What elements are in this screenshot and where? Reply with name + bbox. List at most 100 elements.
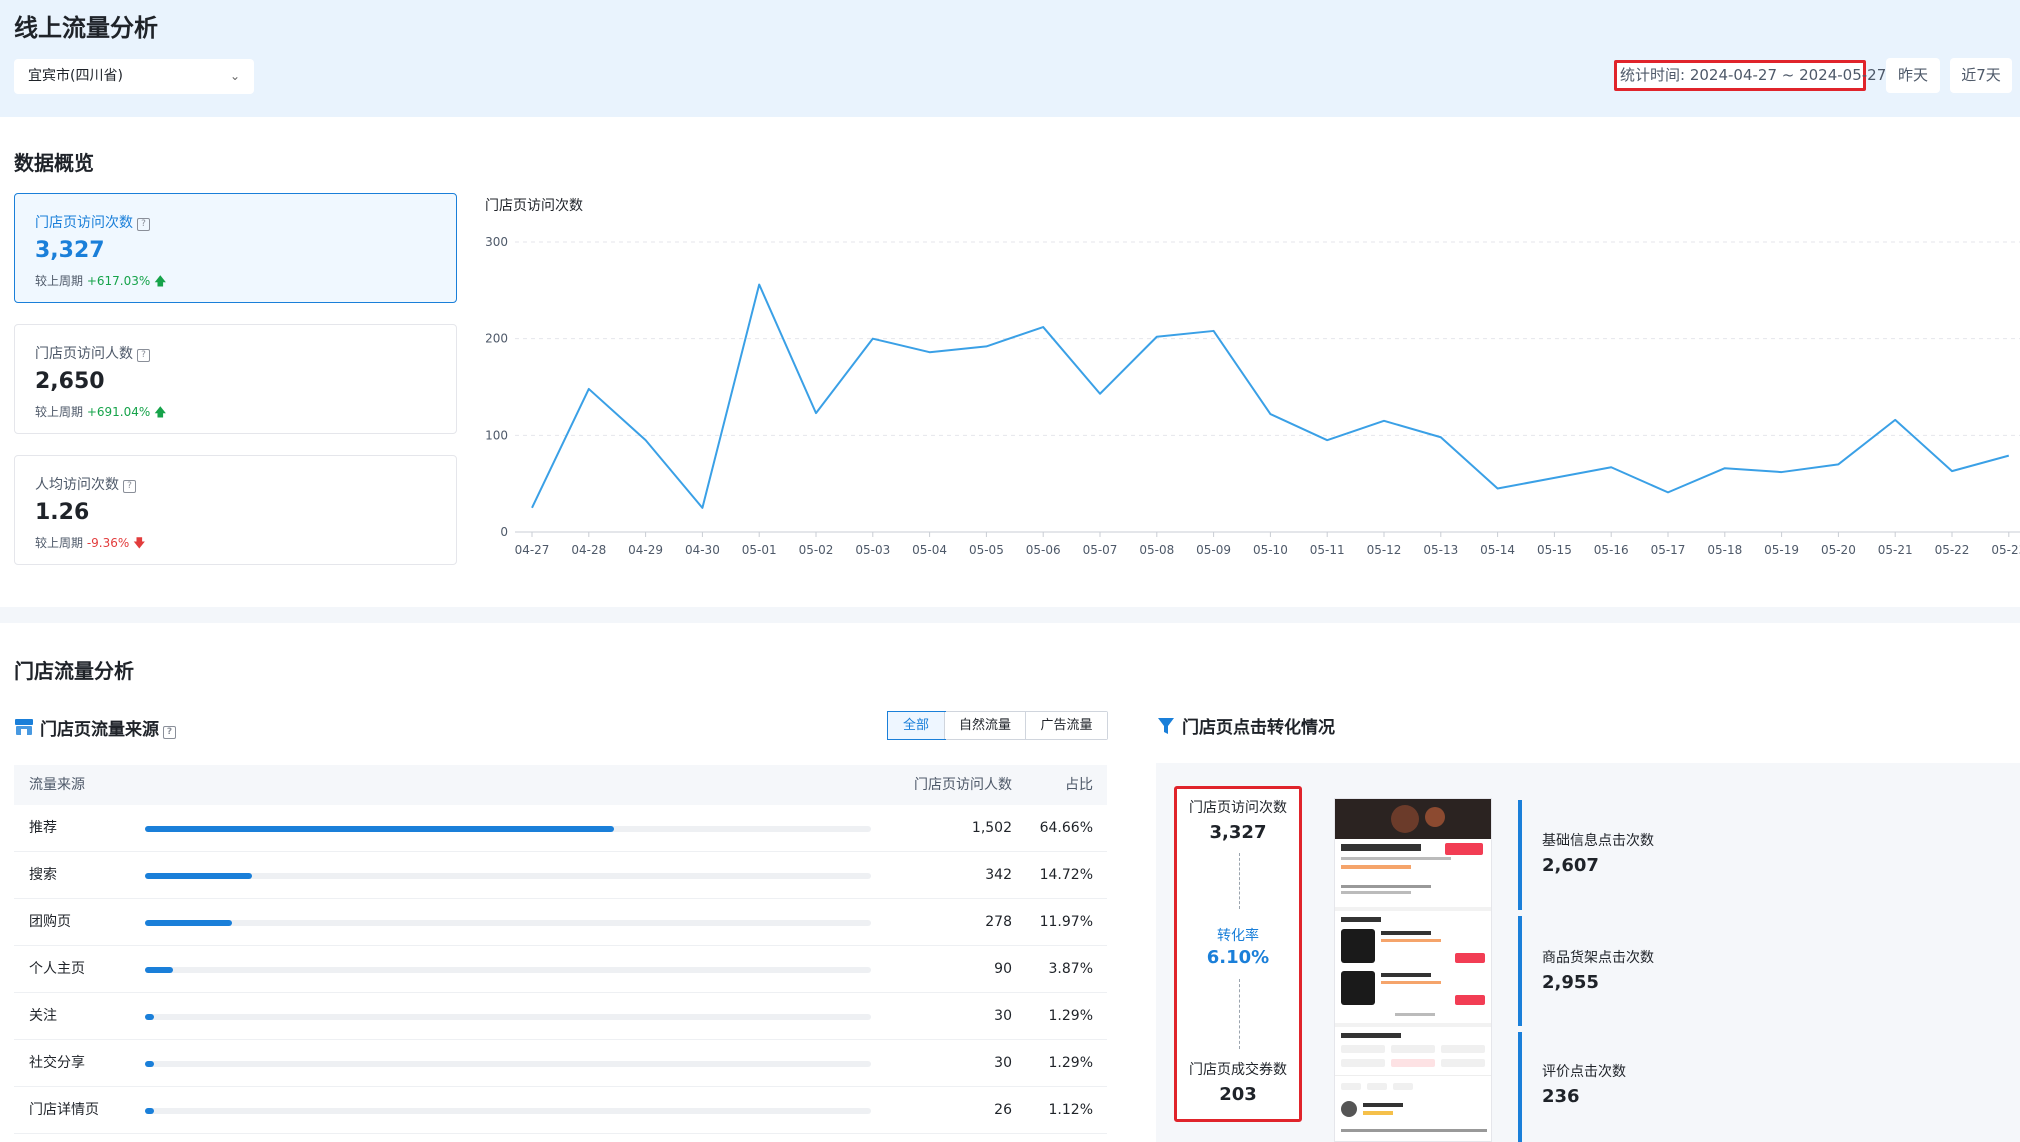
table-row[interactable]: 推荐 1,502 64.66% xyxy=(14,805,1107,852)
data-point[interactable] xyxy=(699,505,705,511)
row-visitors: 26 xyxy=(994,1102,1012,1118)
data-point[interactable] xyxy=(1608,464,1614,470)
row-share: 11.97% xyxy=(1039,914,1093,930)
region-select-value: 宜宾市(四川省) xyxy=(28,68,123,84)
table-row[interactable]: 个人主页 90 3.87% xyxy=(14,946,1107,993)
table-row[interactable]: 关注 30 1.29% xyxy=(14,993,1107,1040)
data-point[interactable] xyxy=(1949,468,1955,474)
data-point[interactable] xyxy=(586,386,592,392)
filter-all-tab[interactable]: 全部 xyxy=(887,711,946,740)
data-point[interactable] xyxy=(1097,391,1103,397)
traffic-table-header: 流量来源 门店页访问人数 占比 xyxy=(14,765,1107,805)
x-tick-label: 05-15 xyxy=(1537,543,1572,557)
funnel-visits-value: 3,327 xyxy=(1209,822,1267,843)
metric-compare-label: 较上周期 xyxy=(35,536,84,550)
metric-card-visitors[interactable]: 门店页访问人数? 2,650 较上周期 +691.04% 🡅 xyxy=(14,324,457,434)
metric-label: 门店页访问次数 xyxy=(35,215,133,231)
help-icon[interactable]: ? xyxy=(137,218,150,231)
metric-card-visits[interactable]: 门店页访问次数? 3,327 较上周期 +617.03% 🡅 xyxy=(14,193,457,303)
x-tick-label: 05-09 xyxy=(1196,543,1231,557)
data-point[interactable] xyxy=(1665,489,1671,495)
metric-compare-label: 较上周期 xyxy=(35,274,84,288)
quick-7days-button[interactable]: 近7天 xyxy=(1950,58,2012,93)
funnel-icon xyxy=(1158,718,1174,734)
data-point[interactable] xyxy=(1438,434,1444,440)
page-title: 线上流量分析 xyxy=(14,14,158,42)
metric-delta: +617.03% xyxy=(86,274,151,288)
filter-ads-tab[interactable]: 广告流量 xyxy=(1026,712,1107,739)
x-tick-label: 04-29 xyxy=(628,543,663,557)
metric-delta: -9.36% xyxy=(86,536,130,550)
series-line xyxy=(531,283,2010,509)
x-tick-label: 05-13 xyxy=(1423,543,1458,557)
data-point[interactable] xyxy=(870,336,876,342)
x-tick-label: 05-06 xyxy=(1026,543,1061,557)
help-icon[interactable]: ? xyxy=(163,726,176,739)
table-row[interactable]: 搜索 342 14.72% xyxy=(14,852,1107,899)
share-bar-fill xyxy=(145,873,252,879)
x-tick-label: 04-28 xyxy=(571,543,606,557)
share-bar-fill xyxy=(145,826,615,832)
stat-basic-info-value: 2,607 xyxy=(1542,855,1599,876)
date-range-picker[interactable]: 统计时间: 2024-04-27 ~ 2024-05-27 xyxy=(1614,60,1886,91)
quick-yesterday-button[interactable]: 昨天 xyxy=(1886,58,1940,93)
data-point[interactable] xyxy=(1835,461,1841,467)
table-row[interactable]: 团购页 278 11.97% xyxy=(14,899,1107,946)
data-point[interactable] xyxy=(756,282,762,288)
y-tick-label: 300 xyxy=(485,235,508,249)
table-row[interactable]: 门店详情页 26 1.12% xyxy=(14,1087,1107,1134)
metric-compare-label: 较上周期 xyxy=(35,405,84,419)
x-tick-label: 05-22 xyxy=(1935,543,1970,557)
share-bar-track xyxy=(145,920,871,926)
x-tick-label: 04-30 xyxy=(685,543,720,557)
data-point[interactable] xyxy=(2006,453,2012,459)
share-bar-track xyxy=(145,1108,871,1114)
help-icon[interactable]: ? xyxy=(123,480,136,493)
share-bar-track xyxy=(145,1014,871,1020)
row-visitors: 1,502 xyxy=(971,820,1012,836)
x-tick-label: 05-20 xyxy=(1821,543,1856,557)
data-point[interactable] xyxy=(1040,324,1046,330)
funnel-rate-value: 6.10% xyxy=(1206,947,1270,968)
row-share: 1.29% xyxy=(1048,1055,1093,1071)
data-point[interactable] xyxy=(983,343,989,349)
data-point[interactable] xyxy=(1324,437,1330,443)
share-bar-track xyxy=(145,1061,871,1067)
stat-indicator xyxy=(1518,916,1522,1026)
data-point[interactable] xyxy=(1381,418,1387,424)
filter-natural-tab[interactable]: 自然流量 xyxy=(945,712,1026,739)
x-tick-label: 05-21 xyxy=(1878,543,1913,557)
row-source-name: 社交分享 xyxy=(29,1055,85,1071)
x-tick-label: 05-03 xyxy=(855,543,890,557)
data-point[interactable] xyxy=(1779,469,1785,475)
funnel-connector xyxy=(1239,853,1240,909)
data-point[interactable] xyxy=(813,410,819,416)
store-page-preview-image xyxy=(1334,798,1492,1142)
table-row[interactable]: 社交分享 30 1.29% xyxy=(14,1040,1107,1087)
data-point[interactable] xyxy=(927,349,933,355)
help-icon[interactable]: ? xyxy=(137,349,150,362)
col-source: 流量来源 xyxy=(29,777,85,793)
data-point[interactable] xyxy=(1892,417,1898,423)
x-tick-label: 05-14 xyxy=(1480,543,1515,557)
data-point[interactable] xyxy=(1154,334,1160,340)
data-point[interactable] xyxy=(1722,465,1728,471)
chart-title: 门店页访问次数 xyxy=(485,198,583,214)
traffic-title: 门店流量分析 xyxy=(14,659,134,683)
row-visitors: 30 xyxy=(994,1055,1012,1071)
row-share: 3.87% xyxy=(1048,961,1093,977)
y-tick-label: 0 xyxy=(500,525,508,539)
data-point[interactable] xyxy=(643,437,649,443)
funnel-connector xyxy=(1239,979,1240,1049)
visits-line-chart: 0 100 200 300 04-27 04-28 04-29 04-30 05-01 05-02… xyxy=(485,235,2020,557)
data-point[interactable] xyxy=(529,505,535,511)
share-bar-track xyxy=(145,967,871,973)
data-point[interactable] xyxy=(1551,475,1557,481)
row-visitors: 30 xyxy=(994,1008,1012,1024)
data-point[interactable] xyxy=(1267,411,1273,417)
metric-card-avg-visits[interactable]: 人均访问次数? 1.26 较上周期 -9.36% 🡇 xyxy=(14,455,457,565)
region-select[interactable]: 宜宾市(四川省) ⌄ xyxy=(14,59,254,94)
x-tick-label: 05-16 xyxy=(1594,543,1629,557)
data-point[interactable] xyxy=(1495,486,1501,492)
data-point[interactable] xyxy=(1211,328,1217,334)
